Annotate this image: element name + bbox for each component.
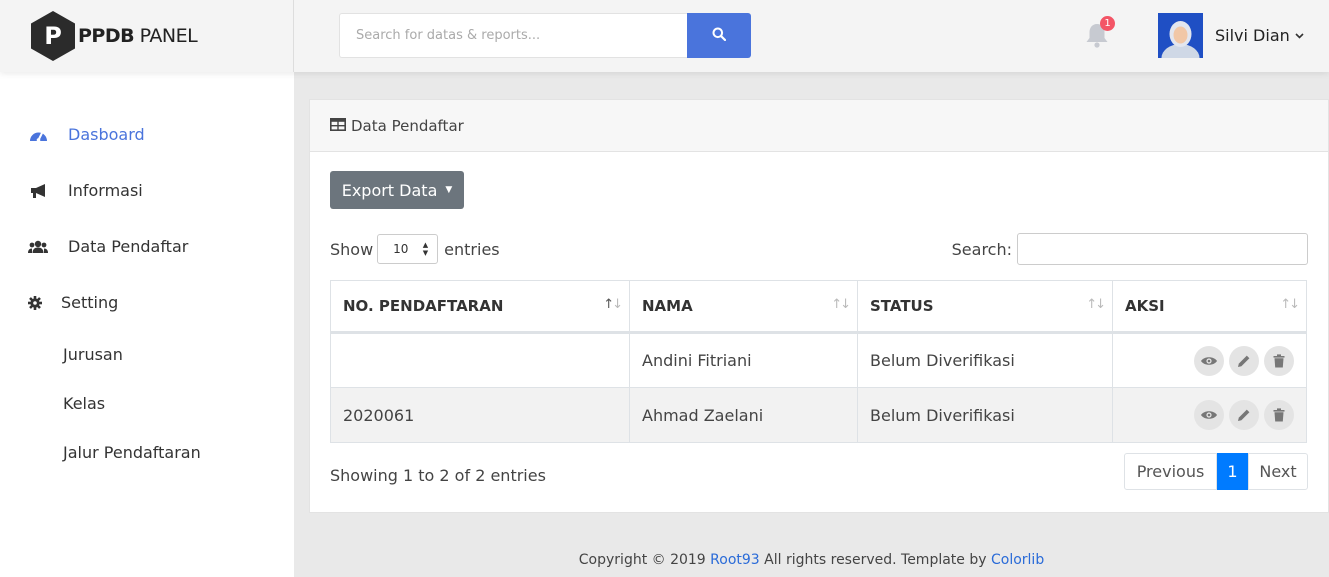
entries-label: entries	[444, 239, 500, 259]
sidebar-item-label: Data Pendaftar	[68, 237, 189, 256]
brand-name: PPDB PANEL	[78, 25, 198, 47]
table-search-input[interactable]	[1017, 233, 1308, 265]
table-search: Search:	[952, 233, 1308, 265]
sidebar-item-label: Dasboard	[68, 125, 145, 144]
pagination-page-current[interactable]: 1	[1217, 453, 1248, 490]
cell-nama: Andini Fitriani	[629, 332, 858, 388]
sort-icon: ↑↓	[1086, 297, 1106, 312]
table-search-label: Search:	[951, 239, 1012, 259]
avatar	[1158, 13, 1203, 58]
delete-icon[interactable]	[1264, 345, 1294, 376]
footer: Copyright © 2019 Root93 All rights reser…	[294, 552, 1329, 568]
show-label: Show	[330, 239, 374, 259]
cell-status: Belum Diverifikasi	[857, 387, 1113, 443]
sidebar-item-label: Setting	[61, 293, 119, 312]
sidebar-item-data-pendaftar[interactable]: Data Pendaftar	[28, 237, 188, 256]
table-header-row: NO. PENDAFTARAN ↑↓ NAMA ↑↓ STATUS ↑↓ AKSI ↑↓	[330, 280, 1307, 334]
brand-logo[interactable]: P PPDB PANEL	[0, 0, 294, 72]
edit-icon[interactable]	[1229, 345, 1259, 376]
column-header-no[interactable]: NO. PENDAFTARAN ↑↓	[330, 280, 630, 334]
search-icon	[712, 27, 727, 44]
cell-aksi	[1112, 332, 1307, 388]
sort-icon: ↑↓	[831, 297, 851, 312]
page-length-control: Show 10 ▲ ▼ entries	[330, 234, 500, 264]
card-title: Data Pendaftar	[351, 116, 464, 135]
view-icon[interactable]	[1194, 345, 1224, 376]
sidebar: Dasboard Informasi Data Pendaftar Settin…	[0, 72, 294, 577]
sidebar-item-label: Informasi	[68, 181, 143, 200]
pagination-previous[interactable]: Previous	[1124, 453, 1217, 490]
select-arrows-icon: ▲ ▼	[422, 241, 429, 257]
edit-icon[interactable]	[1229, 400, 1259, 430]
sort-icon: ↑↓	[603, 297, 623, 312]
user-menu[interactable]: Silvi Dian	[1158, 13, 1304, 58]
sidebar-item-informasi[interactable]: Informasi	[28, 181, 143, 200]
sidebar-item-dasboard[interactable]: Dasboard	[28, 125, 145, 144]
cell-status: Belum Diverifikasi	[857, 332, 1113, 388]
cell-no: 2020061	[330, 387, 630, 443]
column-header-aksi[interactable]: AKSI ↑↓	[1112, 280, 1307, 334]
gear-icon	[28, 294, 42, 312]
table-row: 2020061 Ahmad Zaelani Belum Diverifikasi	[330, 387, 1307, 443]
column-header-label: AKSI	[1125, 297, 1165, 315]
pagination: Previous 1 Next	[1124, 453, 1308, 490]
megaphone-icon	[28, 182, 48, 200]
notification-badge: 1	[1100, 16, 1115, 31]
footer-copyright: Copyright © 2019	[578, 552, 711, 568]
delete-icon[interactable]	[1264, 400, 1294, 430]
user-name: Silvi Dian	[1215, 26, 1290, 45]
view-icon[interactable]	[1194, 400, 1224, 430]
cell-aksi	[1112, 387, 1307, 443]
footer-rights: All rights reserved. Template by	[759, 552, 991, 568]
footer-template-link[interactable]: Colorlib	[991, 552, 1044, 568]
sidebar-subitem-jalur-pendaftaran[interactable]: Jalur Pendaftaran	[63, 443, 201, 462]
sort-icon: ↑↓	[1280, 297, 1300, 312]
chevron-down-icon	[1295, 29, 1304, 42]
page-length-select[interactable]: 10 ▲ ▼	[377, 234, 439, 264]
card-header: Data Pendaftar	[310, 100, 1328, 152]
brand-name-light: PANEL	[134, 25, 198, 47]
search-button[interactable]	[687, 13, 751, 58]
page-length-value: 10	[393, 242, 409, 256]
dashboard-icon	[28, 126, 48, 144]
pagination-next[interactable]: Next	[1248, 453, 1308, 490]
brand-name-bold: PPDB	[78, 25, 135, 47]
top-header: P PPDB PANEL 1 Silvi Dian	[0, 0, 1329, 72]
sidebar-subitem-kelas[interactable]: Kelas	[63, 394, 105, 413]
cell-no	[330, 332, 630, 388]
column-header-status[interactable]: STATUS ↑↓	[857, 280, 1113, 334]
column-header-label: NO. PENDAFTARAN	[343, 297, 504, 315]
pendaftar-table: NO. PENDAFTARAN ↑↓ NAMA ↑↓ STATUS ↑↓ AKSI ↑↓…	[330, 280, 1307, 443]
table-row: Andini Fitriani Belum Diverifikasi	[330, 332, 1307, 388]
search-input[interactable]	[339, 13, 687, 58]
sidebar-item-setting[interactable]: Setting	[28, 293, 118, 312]
caret-down-icon: ▼	[445, 185, 453, 195]
export-data-label: Export Data	[341, 180, 438, 200]
sidebar-subitem-jurusan[interactable]: Jurusan	[63, 345, 123, 364]
footer-author-link[interactable]: Root93	[710, 552, 760, 568]
data-pendaftar-card: Data Pendaftar Export Data ▼ Show 10 ▲ ▼ …	[309, 99, 1329, 513]
table-info: Showing 1 to 2 of 2 entries	[330, 466, 546, 485]
logo-hexagon-icon: P	[30, 10, 76, 62]
table-icon	[330, 117, 346, 135]
logo-mark: P	[44, 22, 62, 50]
column-header-label: NAMA	[642, 297, 693, 315]
header-search	[339, 13, 751, 58]
export-data-button[interactable]: Export Data ▼	[330, 171, 464, 209]
column-header-nama[interactable]: NAMA ↑↓	[629, 280, 858, 334]
cell-nama: Ahmad Zaelani	[629, 387, 858, 443]
column-header-label: STATUS	[870, 297, 934, 315]
users-icon	[28, 238, 48, 256]
